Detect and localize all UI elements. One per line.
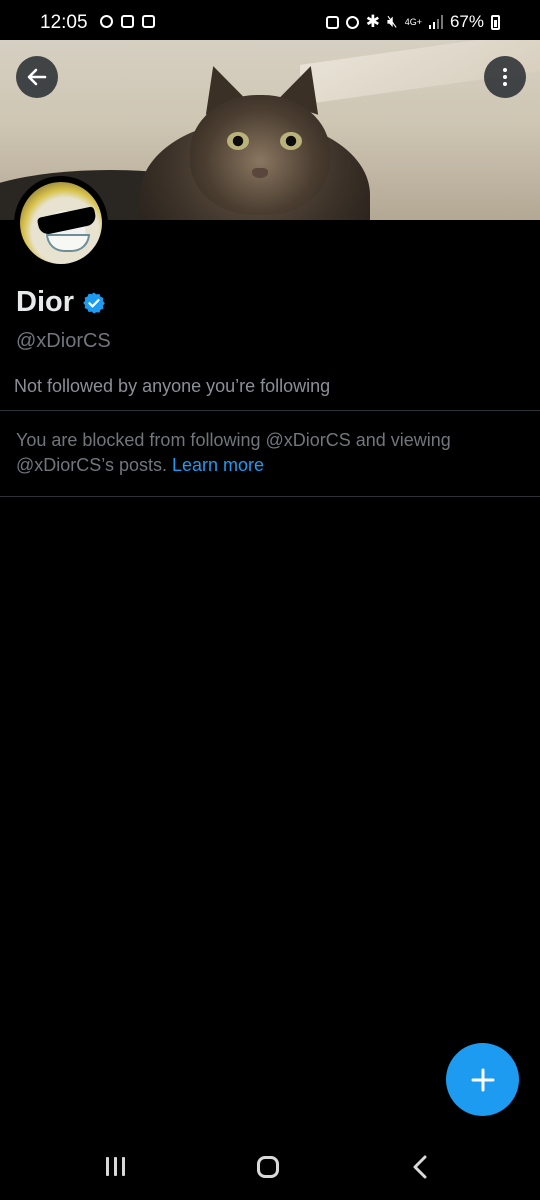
network-type: 4G+	[404, 16, 422, 27]
profile-handle: @xDiorCS	[16, 330, 111, 352]
profile-name-row: Dior	[16, 286, 106, 319]
alarm-icon	[345, 15, 359, 29]
avatar-beak	[46, 234, 90, 252]
cat-nose	[252, 168, 268, 178]
lock-icon	[325, 15, 339, 29]
back-button[interactable]	[16, 56, 58, 98]
battery-percent: 67%	[449, 12, 484, 31]
back-chevron-icon[interactable]	[410, 1154, 430, 1180]
notification-icons	[100, 15, 155, 28]
bulb-icon	[100, 15, 113, 28]
mute-icon: 🔇︎	[386, 12, 398, 31]
home-icon[interactable]	[257, 1156, 279, 1178]
avatar[interactable]	[14, 176, 108, 270]
learn-more-link[interactable]: Learn more	[172, 455, 264, 475]
more-vertical-icon	[503, 68, 507, 86]
plus-icon	[471, 1068, 494, 1091]
verified-badge-icon[interactable]	[82, 291, 106, 315]
cat-eye-left	[227, 132, 249, 150]
divider	[0, 496, 540, 497]
phone-icon	[121, 15, 134, 28]
compose-button[interactable]	[446, 1043, 519, 1116]
avatar-image	[20, 182, 102, 264]
avatar-sunglasses	[36, 206, 98, 236]
battery-icon	[491, 14, 500, 30]
system-icons: ✱ 🔇︎ 4G+ 67%	[325, 12, 500, 32]
status-bar: 12:05 ✱ 🔇︎ 4G+ 67%	[0, 0, 540, 40]
navigation-bar	[0, 1140, 540, 1200]
followed-by-text: Not followed by anyone you’re following	[14, 376, 331, 396]
divider	[0, 410, 540, 411]
profile-name: Dior	[16, 286, 74, 318]
more-options-button[interactable]	[484, 56, 526, 98]
recents-icon[interactable]	[106, 1157, 125, 1176]
blocked-notice: You are blocked from following @xDiorCS …	[16, 428, 516, 478]
cat-head	[190, 95, 330, 215]
signal-icon	[428, 15, 443, 29]
status-time: 12:05	[40, 12, 88, 33]
arrow-left-icon	[27, 68, 47, 86]
cat-eye-right	[280, 132, 302, 150]
record-icon	[142, 15, 155, 28]
bluetooth-icon: ✱	[365, 12, 380, 31]
